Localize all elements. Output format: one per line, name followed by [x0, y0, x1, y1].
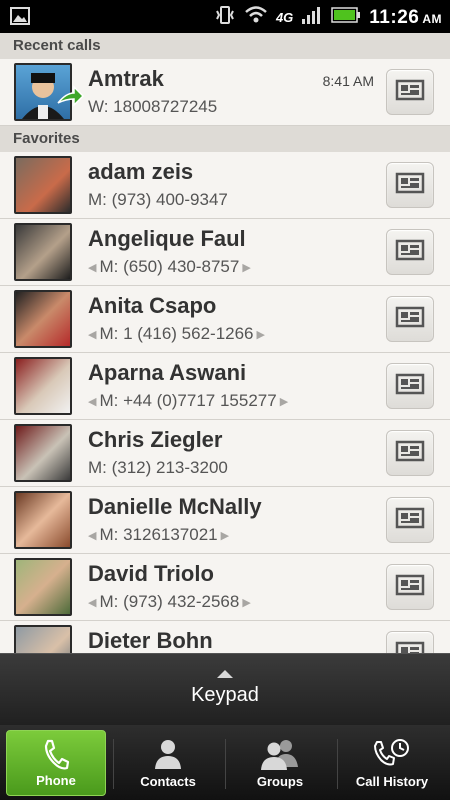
gallery-notification-icon [10, 7, 30, 29]
tab-groups[interactable]: Groups [230, 730, 330, 796]
contact-name: David Triolo [88, 561, 214, 586]
tab-label: Groups [256, 774, 304, 789]
wifi-icon [244, 5, 268, 30]
contact-avatar [14, 290, 72, 348]
prev-number-icon[interactable]: ◀ [88, 395, 96, 408]
contact-card-button[interactable] [386, 564, 434, 610]
favorite-item[interactable]: Dieter Bohn [0, 621, 450, 653]
contact-avatar [14, 558, 72, 616]
contact-name: Amtrak [88, 66, 164, 91]
next-number-icon[interactable]: ▶ [221, 529, 229, 542]
contact-card-icon [395, 79, 425, 106]
tab-contacts[interactable]: Contacts [118, 730, 218, 796]
prev-number-icon[interactable]: ◀ [88, 261, 96, 274]
contact-number: ◀ M: (973) 432-2568 ▶ [88, 592, 251, 611]
contact-card-icon [395, 306, 425, 333]
contact-avatar [14, 156, 72, 214]
contact-card-icon [395, 574, 425, 601]
phone-icon [41, 738, 71, 777]
tab-label: Call History [355, 774, 429, 789]
outgoing-call-arrow-icon [56, 85, 85, 112]
call-history-icon [372, 737, 412, 776]
contact-card-icon [395, 239, 425, 266]
tab-divider [113, 739, 114, 789]
contact-card-button[interactable] [386, 430, 434, 476]
recent-call-item[interactable]: Amtrak W: 18008727245 8:41 AM [0, 59, 450, 126]
favorites-header: Favorites [0, 126, 450, 152]
contact-card-button[interactable] [386, 296, 434, 342]
prev-number-icon[interactable]: ◀ [88, 529, 96, 542]
prev-number-icon[interactable]: ◀ [88, 328, 96, 341]
prev-number-icon[interactable]: ◀ [88, 596, 96, 609]
contact-number: ◀ M: (650) 430-8757 ▶ [88, 257, 251, 276]
contact-name: Danielle McNally [88, 494, 262, 519]
contact-card-button[interactable] [386, 69, 434, 115]
contact-number: ◀ M: +44 (0)7717 155277 ▶ [88, 391, 289, 410]
contact-card-icon [395, 440, 425, 467]
tab-call-history[interactable]: Call History [342, 730, 442, 796]
tab-label: Phone [36, 773, 76, 788]
favorite-item[interactable]: Danielle McNally ◀ M: 3126137021 ▶ [0, 487, 450, 554]
contact-card-icon [395, 373, 425, 400]
contact-card-button[interactable] [386, 229, 434, 275]
contact-avatar [14, 625, 72, 653]
keypad-label: Keypad [191, 684, 259, 706]
contact-avatar [14, 357, 72, 415]
person-icon [153, 737, 183, 776]
contact-number: ◀ M: 1 (416) 562-1266 ▶ [88, 324, 265, 343]
contact-card-button[interactable] [386, 363, 434, 409]
contact-avatar [14, 424, 72, 482]
call-list[interactable]: Recent calls Amtrak W: 18008727245 8:41 … [0, 33, 450, 653]
recent-calls-header: Recent calls [0, 33, 450, 59]
favorite-item[interactable]: adam zeis M: (973) 400-9347 [0, 152, 450, 219]
tab-divider [337, 739, 338, 789]
bottom-tab-bar: Phone Contacts Groups Call History [0, 725, 450, 800]
contact-avatar [14, 491, 72, 549]
call-time: 8:41 AM [322, 73, 374, 89]
signal-icon [301, 5, 323, 30]
contact-card-button[interactable] [386, 497, 434, 543]
contact-card-icon [395, 507, 425, 534]
favorite-item[interactable]: Chris Ziegler M: (312) 213-3200 [0, 420, 450, 487]
chevron-up-icon [217, 670, 233, 678]
battery-icon [331, 6, 361, 29]
contact-name: Chris Ziegler [88, 427, 223, 452]
favorite-item[interactable]: David Triolo ◀ M: (973) 432-2568 ▶ [0, 554, 450, 621]
contact-name: Dieter Bohn [88, 628, 213, 653]
contact-number: M: (312) 213-3200 [88, 458, 228, 477]
contact-card-icon [395, 172, 425, 199]
tab-phone[interactable]: Phone [6, 730, 106, 796]
network-type-label: 4G [275, 10, 294, 25]
next-number-icon[interactable]: ▶ [242, 261, 250, 274]
favorite-item[interactable]: Aparna Aswani ◀ M: +44 (0)7717 155277 ▶ [0, 353, 450, 420]
contact-name: Aparna Aswani [88, 360, 247, 385]
clock: 11:26 AM [369, 6, 442, 28]
group-icon [260, 737, 300, 776]
keypad-toggle[interactable]: Keypad [0, 653, 450, 726]
tab-divider [225, 739, 226, 789]
contact-number: W: 18008727245 [88, 97, 218, 116]
vibrate-icon [214, 5, 236, 30]
favorite-item[interactable]: Anita Csapo ◀ M: 1 (416) 562-1266 ▶ [0, 286, 450, 353]
contact-card-button[interactable] [386, 631, 434, 653]
contact-number: M: (973) 400-9347 [88, 190, 228, 209]
favorite-item[interactable]: Angelique Faul ◀ M: (650) 430-8757 ▶ [0, 219, 450, 286]
contact-avatar [14, 223, 72, 281]
contact-card-button[interactable] [386, 162, 434, 208]
contact-name: Angelique Faul [88, 226, 246, 251]
contact-card-icon [395, 641, 425, 653]
status-bar: 4G 11:26 AM [0, 0, 450, 33]
tab-label: Contacts [140, 774, 196, 789]
contact-name: adam zeis [88, 159, 194, 184]
next-number-icon[interactable]: ▶ [280, 395, 288, 408]
contact-name: Anita Csapo [88, 293, 217, 318]
next-number-icon[interactable]: ▶ [242, 596, 250, 609]
contact-number: ◀ M: 3126137021 ▶ [88, 525, 230, 544]
next-number-icon[interactable]: ▶ [257, 328, 265, 341]
